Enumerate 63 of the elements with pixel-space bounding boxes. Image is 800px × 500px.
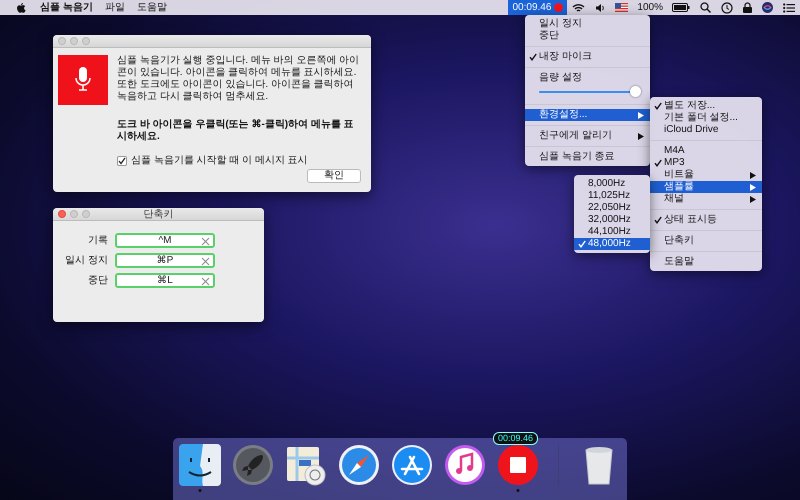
menu-item[interactable]: 내장 마이크 [525, 51, 650, 63]
menu-item[interactable]: iCloud Drive [650, 124, 762, 136]
menu-item[interactable]: 8,000Hz [574, 178, 650, 190]
menu-item[interactable]: M4A [650, 145, 762, 157]
menu-bar-item[interactable]: 도움말 [130, 0, 173, 15]
shortcut-field[interactable]: ⌘P [115, 253, 215, 268]
checkbox-label: 심플 녹음기를 시작할 때 이 메시지 표시 [131, 155, 308, 167]
submenu-arrow-icon [638, 112, 644, 118]
menu-item[interactable]: 샘플률 [650, 181, 762, 193]
shortcut-field[interactable]: ^M [115, 233, 215, 248]
menu-item[interactable]: MP3 [650, 157, 762, 169]
menu-item[interactable]: 친구에게 알리기 [525, 130, 650, 142]
menu-item[interactable]: 일시 정지 [525, 18, 650, 30]
menu-item[interactable]: 채널 [650, 193, 762, 205]
menu-bar-item[interactable]: 파일 [98, 0, 131, 15]
menu-item[interactable]: 48,000Hz [574, 238, 650, 250]
menu-item[interactable]: 도움말 [650, 256, 762, 268]
list-icon[interactable] [783, 2, 795, 12]
search-icon[interactable] [700, 2, 711, 13]
field-label: 일시 정지 [64, 254, 108, 266]
close-button[interactable] [58, 210, 66, 218]
recording-timer[interactable]: 00:09.46 [508, 0, 568, 15]
menu-item[interactable]: 환경설정... [525, 109, 650, 121]
wifi-icon[interactable] [572, 2, 586, 12]
clock-icon[interactable] [721, 2, 733, 14]
ok-button[interactable]: 확인 [307, 169, 361, 183]
menu-item[interactable]: 단축키 [650, 235, 762, 247]
clear-icon[interactable] [201, 277, 210, 286]
flag-icon[interactable] [615, 3, 628, 12]
menu-item[interactable]: 별도 저장... [650, 100, 762, 112]
record-dot-icon [554, 3, 564, 12]
microphone-icon [58, 55, 108, 105]
menu-item[interactable]: 22,050Hz [574, 202, 650, 214]
window-title: 단축키 [144, 209, 174, 220]
checkbox[interactable] [117, 156, 127, 166]
message-text: 심플 녹음기가 실행 중입니다. 메뉴 바의 오른쪽에 아이콘이 있습니다. 아이콘을 클릭하여 메뉴를 표시하세요. 또한 도크에도 아이콘이 있습니다. 아이콘을 클릭하여 녹음하고 다시 클릭하여 멈추세요. [117, 55, 360, 103]
menu-item[interactable]: 심플 녹음기 종료 [525, 151, 650, 163]
stop-icon[interactable] [497, 444, 539, 492]
menu-item[interactable]: 비트율 [650, 169, 762, 181]
submenu-arrow-icon [638, 132, 644, 140]
field-label: 기록 [87, 234, 108, 246]
hint-text: 도크 바 아이콘을 우클릭(또는 ⌘-클릭)하여 메뉴를 표시하세요. [117, 119, 355, 143]
speaker-icon[interactable] [595, 2, 606, 12]
menu-item[interactable]: 중단 [525, 30, 650, 42]
menu-item[interactable]: 11,025Hz [574, 190, 650, 202]
app-menu[interactable]: 심플 녹음기 [34, 0, 99, 15]
clear-icon[interactable] [201, 257, 210, 266]
clear-icon[interactable] [201, 237, 210, 246]
logo-icon[interactable] [16, 2, 26, 14]
battery-icon[interactable] [672, 3, 690, 12]
shortcut-field[interactable]: ⌘L [115, 273, 215, 288]
menu-item[interactable]: 기본 폴더 설정... [650, 112, 762, 124]
smiling-face-icon[interactable] [179, 444, 221, 492]
menu-item[interactable]: 음량 설정 [525, 72, 650, 84]
lock-icon[interactable] [743, 2, 752, 13]
field-label: 중단 [87, 274, 108, 286]
menu-item[interactable]: 상태 표시등 [650, 214, 762, 226]
timer-badge: 00:09.46 [493, 432, 538, 445]
slider-thumb[interactable] [630, 86, 641, 97]
orb-icon[interactable] [762, 2, 773, 13]
menu-item[interactable]: 32,000Hz [574, 214, 650, 226]
battery-percent: 100% [636, 1, 664, 15]
menu-item[interactable]: 44,100Hz [574, 226, 650, 238]
